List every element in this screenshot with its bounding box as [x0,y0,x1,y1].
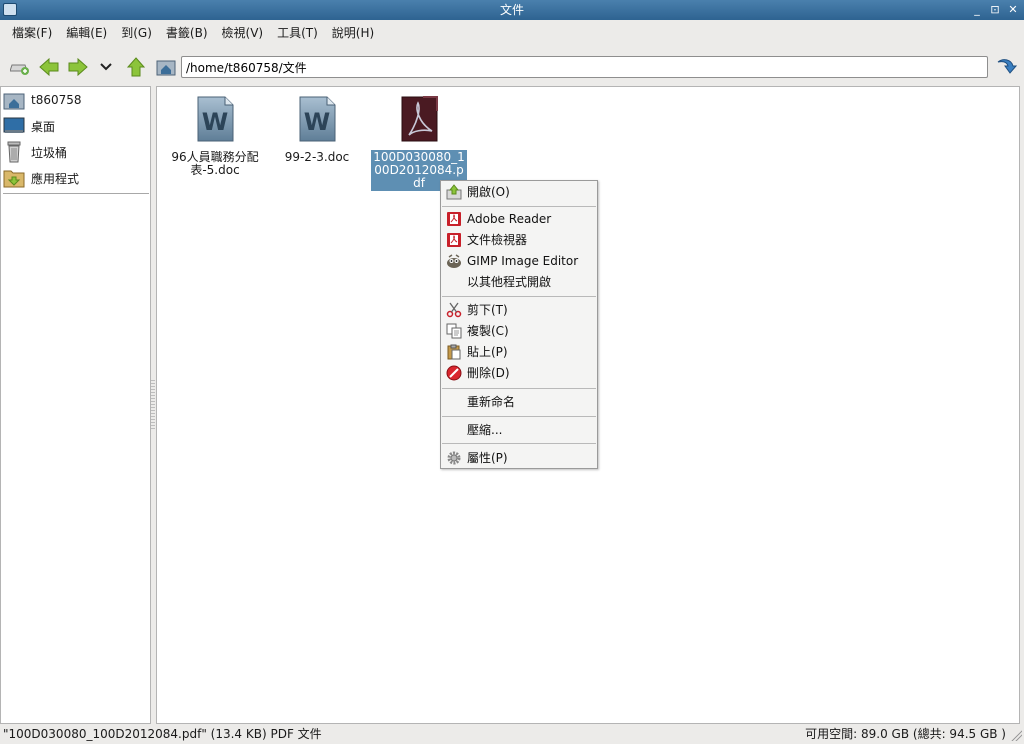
file-item-pdf[interactable]: 100D030080_100D2012084.pdf [371,95,467,191]
menu-item-adobe-reader[interactable]: Adobe Reader [442,208,596,229]
menu-item-open[interactable]: 開啟(O) [442,181,596,202]
minimize-button[interactable]: _ [970,0,984,20]
forward-button[interactable] [66,55,90,79]
close-button[interactable]: ✕ [1006,0,1020,20]
menu-view[interactable]: 檢視(V) [215,20,271,46]
new-tab-button[interactable] [8,55,32,79]
chevron-down-icon [100,63,112,71]
menu-item-gimp[interactable]: GIMP Image Editor [442,250,596,271]
location-bar[interactable] [181,56,988,78]
menu-item-cut[interactable]: 剪下(T) [442,299,596,320]
word-document-icon: W [197,96,234,142]
sidebar-item-trash[interactable]: 垃圾桶 [3,140,149,164]
desktop-icon [3,115,25,137]
sidebar-item-home[interactable]: t860758 [3,88,149,112]
menu-item-copy[interactable]: 複製(C) [442,320,596,341]
sidebar-item-label: 應用程式 [31,171,80,186]
scissors-icon [446,302,462,318]
file-item-99-doc[interactable]: W 99-2-3.doc [269,95,365,165]
menu-separator [442,416,596,417]
home-folder-icon [3,89,25,111]
window-title: 文件 [499,3,524,17]
svg-text:W: W [202,108,228,136]
menu-item-rename[interactable]: 重新命名 [442,391,596,412]
menu-file[interactable]: 檔案(F) [5,20,59,46]
menu-edit[interactable]: 編輯(E) [59,20,114,46]
menu-separator [442,296,596,297]
status-bar: "100D030080_100D2012084.pdf" (13.4 KB) P… [0,724,1024,744]
menu-item-delete[interactable]: 刪除(D) [442,362,596,383]
gear-icon [446,450,462,466]
document-viewer-icon [446,232,462,248]
window-titlebar[interactable]: 文件 _ ⊡ ✕ [0,0,1024,20]
go-button[interactable] [994,55,1018,79]
adobe-reader-icon [446,211,462,227]
menu-tools[interactable]: 工具(T) [270,20,325,46]
arrow-right-icon [68,58,88,76]
applications-folder-icon [3,167,25,189]
back-button[interactable] [37,55,61,79]
paste-icon [446,344,462,360]
history-dropdown-button[interactable] [94,55,118,79]
arrow-up-icon [127,57,145,77]
delete-icon [446,365,462,381]
resize-grip[interactable] [1010,729,1022,741]
maximize-button[interactable]: ⊡ [988,0,1002,20]
sidebar-divider [3,193,149,194]
file-name: 96人員職務分配表-5.doc [171,150,259,177]
sidebar-item-label: t860758 [31,93,82,107]
menu-separator [442,443,596,444]
menu-item-properties[interactable]: 屬性(P) [442,447,596,468]
context-menu: 開啟(O) Adobe Reader 文件檢視器 GIMP Image Edit… [440,180,598,469]
menu-separator [442,206,596,207]
file-item-96-doc[interactable]: W 96人員職務分配表-5.doc [167,95,263,178]
window-controls: _ ⊡ ✕ [970,0,1020,20]
home-button[interactable] [154,55,178,79]
copy-icon [446,323,462,339]
menu-item-paste[interactable]: 貼上(P) [442,341,596,362]
new-tab-icon [10,64,29,75]
menu-item-compress[interactable]: 壓縮... [442,419,596,440]
sidebar-item-label: 垃圾桶 [31,145,68,160]
menu-help[interactable]: 說明(H) [325,20,381,46]
svg-text:W: W [304,108,330,136]
sidebar-item-label: 桌面 [31,119,56,134]
menu-item-document-viewer[interactable]: 文件檢視器 [442,229,596,250]
parent-folder-button[interactable] [124,55,148,79]
arrow-left-icon [39,58,59,76]
go-arrow-icon [997,59,1017,74]
pane-splitter-handle[interactable] [151,380,155,430]
sidebar-item-applications[interactable]: 應用程式 [3,166,149,190]
open-icon [446,183,462,200]
home-folder-icon [156,60,176,76]
folder-app-icon [3,3,17,16]
gimp-icon [446,253,462,269]
menu-bar: 檔案(F) 編輯(E) 到(G) 書籤(B) 檢視(V) 工具(T) 說明(H) [0,20,1024,46]
menu-separator [442,388,596,389]
pdf-document-icon [401,96,438,142]
word-document-icon: W [299,96,336,142]
trash-icon [3,141,25,163]
menu-bookmarks[interactable]: 書籤(B) [159,20,215,46]
places-sidebar: t860758 桌面 垃圾桶 應用程式 [0,86,151,724]
menu-go[interactable]: 到(G) [114,20,159,46]
file-name: 99-2-3.doc [284,150,350,164]
status-selection-info: "100D030080_100D2012084.pdf" (13.4 KB) P… [3,727,322,741]
sidebar-item-desktop[interactable]: 桌面 [3,114,149,138]
menu-item-open-with-other[interactable]: 以其他程式開啟 [442,271,596,292]
status-free-space: 可用空間: 89.0 GB (總共: 94.5 GB ) [805,727,1006,741]
